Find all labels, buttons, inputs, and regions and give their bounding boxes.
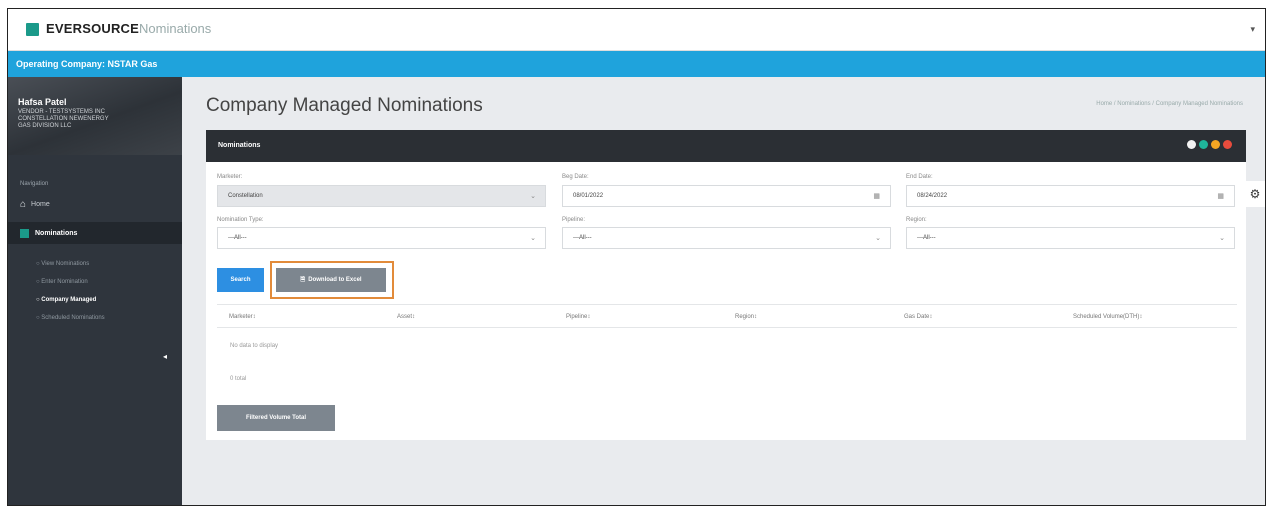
brand-product: Nominations [139,21,212,36]
panel-dot-icon[interactable] [1199,140,1208,149]
file-icon: 🗎 [300,277,306,283]
sidebar-subitem-scheduled-nominations[interactable]: ○ Scheduled Nominations [36,315,105,321]
sidebar-subitem-view-nominations[interactable]: ○ View Nominations [36,261,89,267]
sidebar-item-label: Home [31,201,50,208]
nomination-type-label: Nomination Type: [217,217,264,223]
marketer-value: Constellation [228,193,263,199]
panel-header: Nominations [206,130,1246,162]
user-company-line-1: VENDOR - TESTSYSTEMS INC [18,109,105,115]
operating-company-bar: Operating Company: NSTAR Gas [8,51,1265,77]
nominations-panel: Nominations Marketer: Constellation ⌄ Be… [206,130,1246,440]
brand-name: EVERSOURCE [46,21,140,36]
user-menu-caret-icon[interactable]: ▾ [1250,24,1255,35]
pipeline-value: ---All--- [573,235,592,241]
breadcrumb[interactable]: Home / Nominations / Company Managed Nom… [1096,101,1243,107]
page-title: Company Managed Nominations [206,95,483,116]
column-header-pipeline[interactable]: Pipeline↕ [566,314,590,320]
marketer-select[interactable]: Constellation ⌄ [217,185,546,207]
sidebar: Hafsa Patel VENDOR - TESTSYSTEMS INC CON… [8,77,182,505]
eversource-logo-icon [26,23,39,36]
top-header: EVERSOURCENominations ▾ [8,9,1265,51]
panel-dot-icon[interactable] [1187,140,1196,149]
subitem-label: Enter Nomination [41,279,88,285]
panel-controls [1187,140,1232,149]
user-profile: Hafsa Patel VENDOR - TESTSYSTEMS INC CON… [8,77,182,155]
user-company-line-2: CONSTELLATION NEWENERGY [18,116,109,122]
user-name: Hafsa Patel [18,97,67,107]
table-header: Marketer↕ Asset↕ Pipeline↕ Region↕ Gas D… [217,304,1237,328]
chevron-down-icon: ⌄ [875,235,881,242]
table-total: 0 total [230,376,247,382]
end-date-value: 08/24/2022 [917,193,948,199]
sidebar-item-home[interactable]: ⌂ Home [20,199,50,210]
panel-dot-icon[interactable] [1223,140,1232,149]
download-to-excel-button[interactable]: 🗎 Download to Excel [276,268,386,292]
panel-title: Nominations [218,142,261,149]
subitem-label: View Nominations [41,261,90,267]
gear-icon[interactable]: ⚙ [1245,181,1265,207]
calendar-icon[interactable]: ▦ [1217,192,1224,200]
navigation-heading: Navigation [20,181,49,187]
download-label: Download to Excel [308,277,362,283]
sidebar-subitem-enter-nomination[interactable]: ○ Enter Nomination [36,279,88,285]
marketer-label: Marketer: [217,174,243,180]
home-icon: ⌂ [20,199,27,210]
chevron-down-icon: ⌄ [530,235,536,242]
column-header-marketer[interactable]: Marketer↕ [229,314,256,320]
collapse-sidebar-icon[interactable]: ◂ [158,350,172,364]
column-header-gas-date[interactable]: Gas Date↕ [904,314,932,320]
sidebar-subitem-company-managed[interactable]: ○ Company Managed [36,297,96,303]
app-window: EVERSOURCENominations ▾ Operating Compan… [7,8,1266,506]
empty-table-message: No data to display [230,343,279,349]
end-date-label: End Date: [906,174,933,180]
beg-date-field[interactable]: 08/01/2022 ▦ [562,185,891,207]
chevron-down-icon: ⌄ [530,193,536,200]
subitem-label: Company Managed [41,297,97,303]
end-date-field[interactable]: 08/24/2022 ▦ [906,185,1235,207]
nomination-type-value: ---All--- [228,235,247,241]
pipeline-select[interactable]: ---All--- ⌄ [562,227,891,249]
beg-date-value: 08/01/2022 [573,193,604,199]
region-value: ---All--- [917,235,936,241]
app-brand[interactable]: EVERSOURCENominations [46,21,211,36]
panel-dot-icon[interactable] [1211,140,1220,149]
search-button[interactable]: Search [217,268,264,292]
filtered-volume-total-button[interactable]: Filtered Volume Total [217,405,335,431]
region-label: Region: [906,217,927,223]
pipeline-label: Pipeline: [562,217,586,223]
nomination-type-select[interactable]: ---All--- ⌄ [217,227,546,249]
calendar-icon[interactable]: ▦ [873,192,880,200]
beg-date-label: Beg Date: [562,174,589,180]
column-header-asset[interactable]: Asset↕ [397,314,415,320]
nominations-icon [20,228,29,238]
column-header-region[interactable]: Region↕ [735,314,757,320]
user-company-line-3: GAS DIVISION LLC [18,123,72,129]
sidebar-item-label: Nominations [35,229,78,237]
column-header-scheduled-volume[interactable]: Scheduled Volume(DTH)↕ [1073,314,1142,320]
chevron-down-icon: ⌄ [1219,235,1225,242]
region-select[interactable]: ---All--- ⌄ [906,227,1235,249]
sidebar-item-nominations[interactable]: Nominations [8,222,182,244]
subitem-label: Scheduled Nominations [41,315,105,321]
